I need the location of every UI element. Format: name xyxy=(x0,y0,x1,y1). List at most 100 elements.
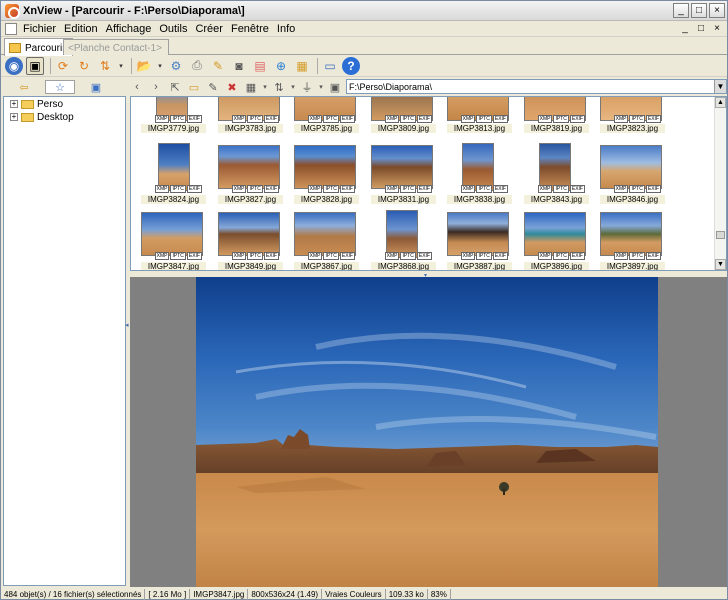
thumbnail-item[interactable]: XMP IPTC EXIF IMGP3779.jpg xyxy=(136,97,206,137)
select-all-icon[interactable]: ▣ xyxy=(327,80,343,94)
menu-fenetre[interactable]: Fenêtre xyxy=(227,23,273,35)
thumbnail-item[interactable]: XMP IPTC EXIF IMGP3843.jpg xyxy=(519,143,589,207)
globe-icon[interactable]: ⊕ xyxy=(272,57,290,75)
thumbnail-item[interactable]: XMP IPTC EXIF IMGP3896.jpg xyxy=(519,210,589,270)
tree-item-desktop[interactable]: + Desktop xyxy=(4,111,125,123)
view-mode-icon[interactable]: ▦ xyxy=(243,80,259,94)
thumbnail-item[interactable]: XMP IPTC EXIF IMGP3824.jpg xyxy=(136,143,206,207)
child-close-button[interactable]: × xyxy=(711,23,723,34)
favorites-star-icon[interactable]: ☆ xyxy=(45,80,75,94)
back-arrow-icon[interactable]: ‹ xyxy=(129,80,145,94)
scroll-down-arrow-icon[interactable]: ▼ xyxy=(715,259,726,270)
refresh-icon[interactable]: ⟳ xyxy=(54,57,72,75)
thumbnail-item[interactable]: XMP IPTC EXIF IMGP3849.jpg xyxy=(213,210,283,270)
thumbnail-item[interactable]: XMP IPTC EXIF IMGP3847.jpg xyxy=(136,210,206,270)
thumbnail-scrollbar[interactable]: ▲ ▼ xyxy=(714,97,726,270)
thumbnail-item[interactable]: XMP IPTC EXIF IMGP3897.jpg xyxy=(595,210,665,270)
thumbnail-item[interactable]: XMP IPTC EXIF IMGP3828.jpg xyxy=(289,143,359,207)
expand-plus-icon[interactable]: + xyxy=(10,100,18,108)
parent-folder-icon[interactable]: ⇱ xyxy=(167,80,183,94)
rename-pencil-icon[interactable]: ✎ xyxy=(205,80,221,94)
browser-panel-icon[interactable]: ▣ xyxy=(26,56,44,75)
chevron-down-icon[interactable]: ▾ xyxy=(290,80,296,94)
convert-icon[interactable]: ✎ xyxy=(209,57,227,75)
menu-edition[interactable]: Edition xyxy=(60,23,102,35)
chevron-down-icon[interactable]: ▾ xyxy=(117,57,125,75)
thumbnail-item[interactable]: XMP IPTC EXIF IMGP3785.jpg xyxy=(289,97,359,137)
menu-info[interactable]: Info xyxy=(273,23,299,35)
thumbnail-image xyxy=(158,143,190,191)
metadata-badges: XMP IPTC EXIF xyxy=(154,115,202,123)
menu-affichage[interactable]: Affichage xyxy=(102,23,156,35)
scanner-icon[interactable]: ▤ xyxy=(251,57,269,75)
thumbnail-image xyxy=(371,145,433,189)
thumbnail-label: IMGP3868.jpg xyxy=(371,262,436,270)
preview-image[interactable] xyxy=(196,277,658,587)
child-restore-button[interactable]: □ xyxy=(695,23,707,34)
thumbnail-item[interactable]: XMP IPTC EXIF IMGP3838.jpg xyxy=(442,143,512,207)
thumbnail-item[interactable]: XMP IPTC EXIF IMGP3887.jpg xyxy=(442,210,512,270)
new-folder-icon[interactable]: ▭ xyxy=(186,80,202,94)
thumbnail-item[interactable]: XMP IPTC EXIF IMGP3846.jpg xyxy=(595,143,665,207)
menu-fichier[interactable]: Fichier xyxy=(19,23,60,35)
tree-item-perso[interactable]: + Perso xyxy=(4,98,125,110)
chevron-down-icon[interactable]: ▾ xyxy=(318,80,324,94)
chevron-down-icon[interactable]: ▾ xyxy=(262,80,268,94)
tree-item-label: Perso xyxy=(37,98,64,110)
thumbnail-image xyxy=(218,145,280,189)
scrollbar-thumb[interactable] xyxy=(716,231,725,239)
thumbnail-item[interactable]: XMP IPTC EXIF IMGP3827.jpg xyxy=(213,143,283,207)
child-minimize-button[interactable]: _ xyxy=(679,23,691,34)
thumbnail-item[interactable]: XMP IPTC EXIF IMGP3868.jpg xyxy=(366,210,436,270)
metadata-badges: XMP IPTC EXIF xyxy=(231,115,279,123)
toolbar-separator xyxy=(317,57,318,74)
contact-sheet-icon[interactable]: ▦ xyxy=(293,57,311,75)
sort-icon[interactable]: ⇅ xyxy=(96,57,114,75)
sort-order-icon[interactable]: ⇅ xyxy=(271,80,287,94)
thumbnail-image xyxy=(524,212,586,256)
minimize-button[interactable]: _ xyxy=(673,3,689,18)
path-field[interactable]: F:\Perso\Diaporama\ ▼ xyxy=(346,79,727,94)
folders-panel-icon[interactable]: ⇦ xyxy=(9,80,39,94)
document-menu-icon[interactable] xyxy=(5,22,17,35)
settings-gear-icon[interactable]: ⚙ xyxy=(167,57,185,75)
status-zoom: 83% xyxy=(428,589,451,600)
xnview-app-icon[interactable] xyxy=(5,3,20,19)
chevron-down-icon[interactable]: ▼ xyxy=(714,80,726,93)
fullscreen-icon[interactable]: ▭ xyxy=(321,57,339,75)
open-folder-icon[interactable]: 📂 xyxy=(135,57,153,75)
thumbnail-item[interactable]: XMP IPTC EXIF IMGP3813.jpg xyxy=(442,97,512,137)
close-button[interactable]: × xyxy=(709,3,725,18)
rotate-icon[interactable]: ↻ xyxy=(75,57,93,75)
filter-funnel-icon[interactable]: ⏚ xyxy=(299,80,315,94)
thumbnail-item[interactable]: XMP IPTC EXIF IMGP3831.jpg xyxy=(366,143,436,207)
status-object-count: 484 objet(s) / 16 fichier(s) sélectionné… xyxy=(1,589,146,600)
thumbnail-item[interactable]: XMP IPTC EXIF IMGP3867.jpg xyxy=(289,210,359,270)
menu-creer[interactable]: Créer xyxy=(191,23,227,35)
status-file-name: IMGP3847.jpg xyxy=(190,589,249,600)
categories-icon[interactable]: ▣ xyxy=(81,80,111,94)
menu-outils[interactable]: Outils xyxy=(155,23,191,35)
chevron-down-icon[interactable]: ▾ xyxy=(156,57,164,75)
expand-plus-icon[interactable]: + xyxy=(10,113,18,121)
delete-x-icon[interactable]: ✖ xyxy=(224,80,240,94)
scroll-up-arrow-icon[interactable]: ▲ xyxy=(715,97,726,108)
eye-icon[interactable]: ◉ xyxy=(5,56,23,75)
panel-collapse-arrow-icon[interactable]: ◂ xyxy=(125,321,129,341)
tab-label: Parcourir xyxy=(25,42,66,54)
maximize-button[interactable]: □ xyxy=(691,3,707,18)
thumbnail-label: IMGP3849.jpg xyxy=(218,262,283,270)
thumbnail-label: IMGP3779.jpg xyxy=(141,124,206,133)
tab-planche-contact[interactable]: <Planche Contact-1> xyxy=(63,39,169,55)
path-value: F:\Perso\Diaporama\ xyxy=(349,81,433,92)
forward-arrow-icon[interactable]: › xyxy=(148,80,164,94)
tree-item-label: Desktop xyxy=(37,111,74,123)
print-icon[interactable]: ⎙ xyxy=(188,57,206,75)
thumbnail-item[interactable]: XMP IPTC EXIF IMGP3783.jpg xyxy=(213,97,283,137)
camera-icon[interactable]: ◙ xyxy=(230,57,248,75)
thumbnail-item[interactable]: XMP IPTC EXIF IMGP3809.jpg xyxy=(366,97,436,137)
metadata-badges: XMP IPTC EXIF xyxy=(384,185,432,193)
thumbnail-item[interactable]: XMP IPTC EXIF IMGP3823.jpg xyxy=(595,97,665,137)
thumbnail-item[interactable]: XMP IPTC EXIF IMGP3819.jpg xyxy=(519,97,589,137)
help-icon[interactable]: ? xyxy=(342,56,360,75)
